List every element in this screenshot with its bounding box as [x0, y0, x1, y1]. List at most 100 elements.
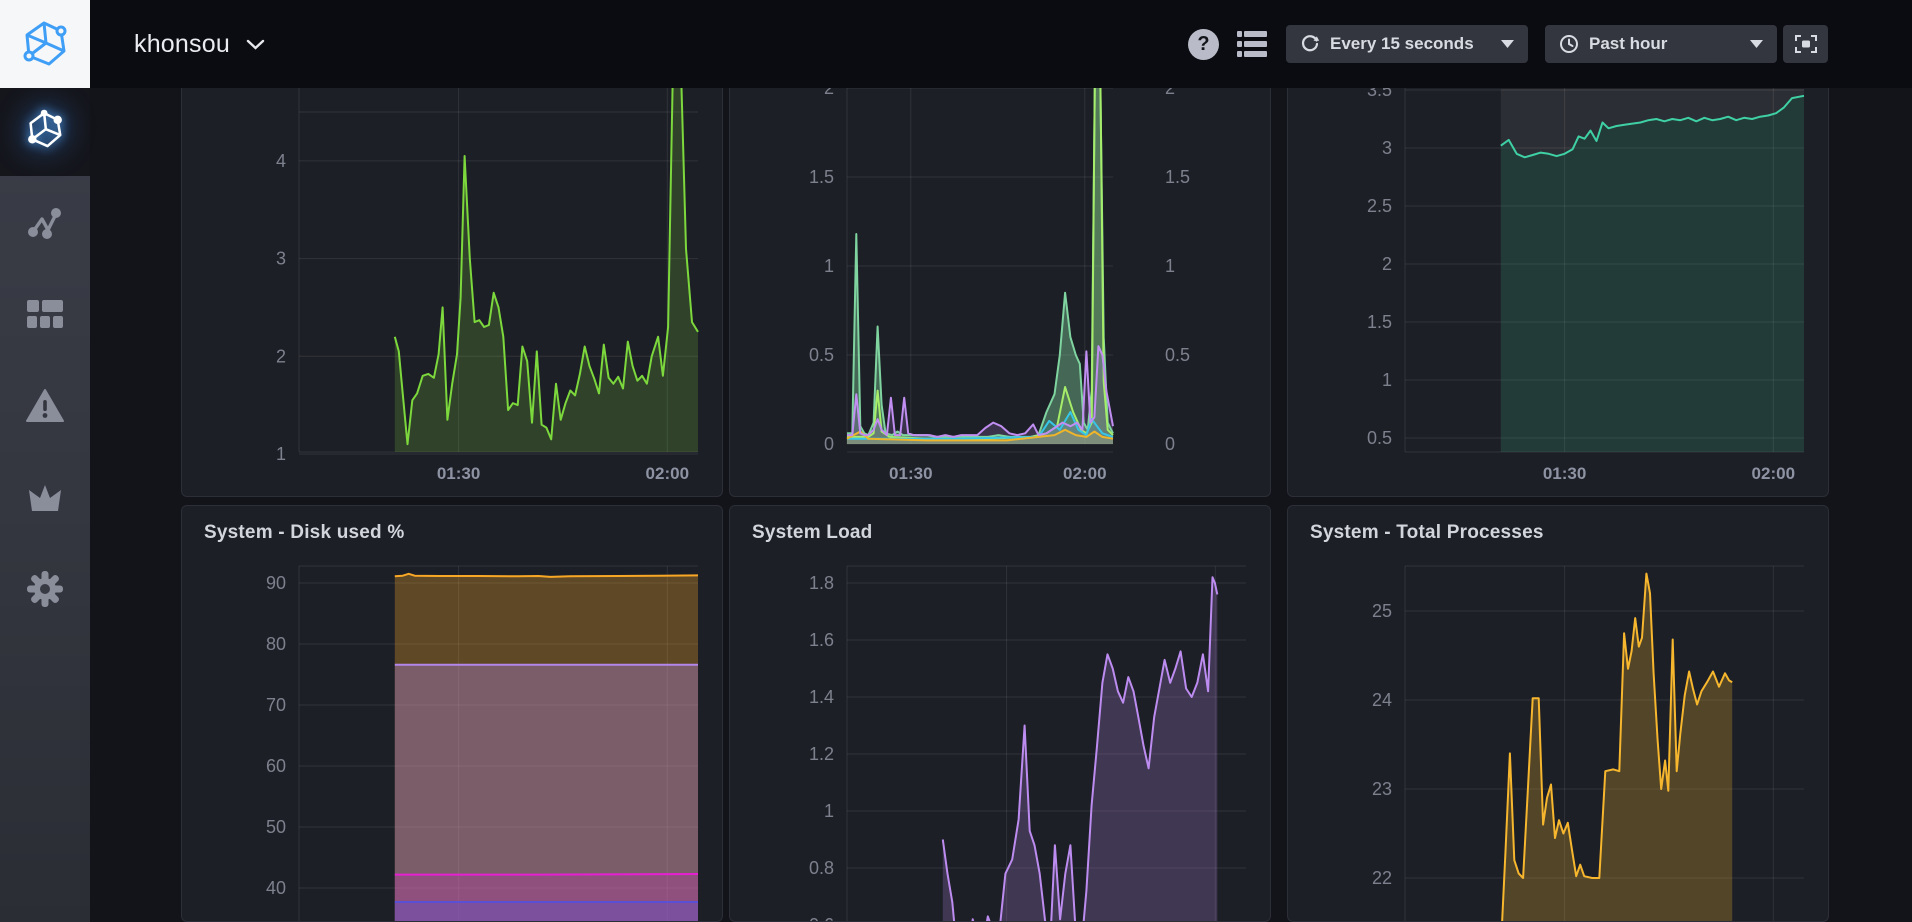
app-logo[interactable]: [0, 0, 90, 88]
x-axis-labels: 01:30 02:00: [437, 464, 689, 483]
y-axis-labels: 4 3 2 1: [276, 151, 286, 464]
svg-text:2.5: 2.5: [1367, 196, 1392, 216]
svg-text:1.8: 1.8: [809, 573, 834, 593]
chart-canvas[interactable]: 25 24 23 22: [1288, 506, 1829, 922]
svg-text:0.5: 0.5: [1165, 345, 1190, 365]
crown-icon: [25, 481, 65, 513]
svg-text:60: 60: [266, 756, 286, 776]
help-button[interactable]: ?: [1188, 29, 1219, 60]
fullscreen-icon: [1795, 35, 1817, 53]
y-axis-labels: 1.8 1.6 1.4 1.2 1 0.8 0.6: [809, 573, 834, 922]
svg-text:02:00: 02:00: [1063, 464, 1106, 483]
svg-text:3: 3: [276, 249, 286, 269]
panel-1[interactable]: 4 3 2 1 01:30 02:00: [181, 40, 723, 497]
svg-text:1.5: 1.5: [809, 167, 834, 187]
list-icon: [1237, 31, 1267, 58]
chart-canvas[interactable]: 3.532.521.510.501:3002:00: [1288, 41, 1829, 497]
svg-text:1: 1: [824, 256, 834, 276]
panel-3[interactable]: 3.532.521.510.501:3002:00: [1287, 40, 1829, 497]
top-navbar: khonsou ? Every 15: [0, 0, 1912, 88]
y-axis-labels: 90 80 70 60 50 40: [266, 573, 286, 898]
svg-text:02:00: 02:00: [1752, 464, 1795, 483]
panel-list-button[interactable]: [1237, 31, 1267, 58]
svg-text:90: 90: [266, 573, 286, 593]
svg-text:70: 70: [266, 695, 286, 715]
panel-4[interactable]: 90 80 70 60 50 40 System - Disk used %: [181, 505, 723, 922]
y-axis-labels: 25 24 23 22: [1372, 601, 1392, 888]
svg-text:22: 22: [1372, 868, 1392, 888]
dashboard-title-dropdown[interactable]: khonsou: [134, 0, 265, 88]
refresh-icon: [1300, 34, 1320, 54]
refresh-interval-dropdown[interactable]: Every 15 seconds: [1286, 25, 1528, 63]
dashboard-title: khonsou: [134, 30, 230, 59]
chart-canvas[interactable]: 1.8 1.6 1.4 1.2 1 0.8 0.6: [730, 506, 1271, 922]
gear-icon: [24, 568, 66, 610]
svg-text:3: 3: [1382, 138, 1392, 158]
x-axis-labels: 01:3002:00: [1543, 464, 1795, 483]
time-range-label: Past hour: [1589, 34, 1667, 54]
app-window: 432101:3002:00221.51.5110.50.50001:3002:…: [0, 0, 1912, 922]
svg-text:1.5: 1.5: [1165, 167, 1190, 187]
sidebar-item-alerting[interactable]: [21, 382, 69, 430]
sidebar-item-admin[interactable]: [21, 473, 69, 521]
dashboards-grid-icon: [26, 299, 64, 329]
svg-text:25: 25: [1372, 601, 1392, 621]
chart-canvas[interactable]: 90 80 70 60 50 40: [182, 506, 723, 922]
panel-6[interactable]: 25242322System - Total Processes: [1287, 505, 1829, 922]
svg-text:1: 1: [1382, 370, 1392, 390]
panel-title: System Load: [752, 522, 872, 544]
clock-icon: [1559, 34, 1579, 54]
svg-text:1.6: 1.6: [809, 630, 834, 650]
svg-text:1.5: 1.5: [1367, 312, 1392, 332]
svg-text:50: 50: [266, 817, 286, 837]
refresh-interval-label: Every 15 seconds: [1330, 34, 1474, 54]
chevron-down-icon: [246, 39, 265, 50]
svg-text:01:30: 01:30: [437, 464, 480, 483]
svg-text:0.6: 0.6: [809, 915, 834, 922]
sidebar-item-configuration[interactable]: [21, 565, 69, 613]
svg-text:4: 4: [276, 151, 286, 171]
svg-text:0: 0: [1165, 434, 1175, 454]
sidebar-item-dashboards[interactable]: [21, 290, 69, 338]
panel-5[interactable]: 1.8 1.6 1.4 1.2 1 0.8 0.6 System Load: [729, 505, 1271, 922]
series-sage-fill: [847, 41, 1113, 444]
svg-text:1.2: 1.2: [809, 744, 834, 764]
svg-text:2: 2: [1382, 254, 1392, 274]
sidebar-item-status[interactable]: [0, 88, 90, 176]
svg-text:40: 40: [266, 878, 286, 898]
caret-down-icon: [1750, 40, 1763, 48]
sidebar: [0, 88, 90, 922]
y-axis-labels: 3.532.521.510.5: [1367, 80, 1392, 448]
series-green-fill: [395, 41, 698, 452]
svg-text:0: 0: [824, 434, 834, 454]
series-yellow-fill: [1501, 574, 1732, 922]
svg-text:1: 1: [824, 801, 834, 821]
svg-text:0.5: 0.5: [1367, 428, 1392, 448]
panel-2[interactable]: 221.51.5110.50.50001:3002:00: [729, 40, 1271, 497]
series-magenta-line: [395, 874, 698, 875]
caret-down-icon: [1501, 40, 1514, 48]
polyhedron-logo-icon: [19, 18, 71, 70]
alert-triangle-icon: [25, 388, 65, 424]
svg-text:0.5: 0.5: [809, 345, 834, 365]
svg-text:1: 1: [276, 444, 286, 464]
question-icon: ?: [1197, 33, 1209, 56]
svg-text:0.8: 0.8: [809, 858, 834, 878]
svg-text:23: 23: [1372, 779, 1392, 799]
svg-text:1.4: 1.4: [809, 687, 834, 707]
series-orange-line: [395, 574, 698, 577]
svg-text:01:30: 01:30: [889, 464, 932, 483]
svg-text:24: 24: [1372, 690, 1392, 710]
graph-explore-icon: [25, 203, 65, 243]
series-purple-fill: [943, 577, 1218, 922]
time-range-dropdown[interactable]: Past hour: [1545, 25, 1777, 63]
svg-text:80: 80: [266, 634, 286, 654]
chart-canvas[interactable]: 221.51.5110.50.50001:3002:00: [730, 41, 1271, 497]
presentation-mode-button[interactable]: [1783, 25, 1828, 63]
sidebar-item-data-explorer[interactable]: [21, 199, 69, 247]
status-glow-icon: [23, 108, 67, 157]
svg-text:02:00: 02:00: [646, 464, 689, 483]
svg-text:2: 2: [276, 346, 286, 366]
panel-title: System - Disk used %: [204, 522, 404, 544]
chart-canvas[interactable]: 4 3 2 1 01:30 02:00: [182, 41, 723, 497]
